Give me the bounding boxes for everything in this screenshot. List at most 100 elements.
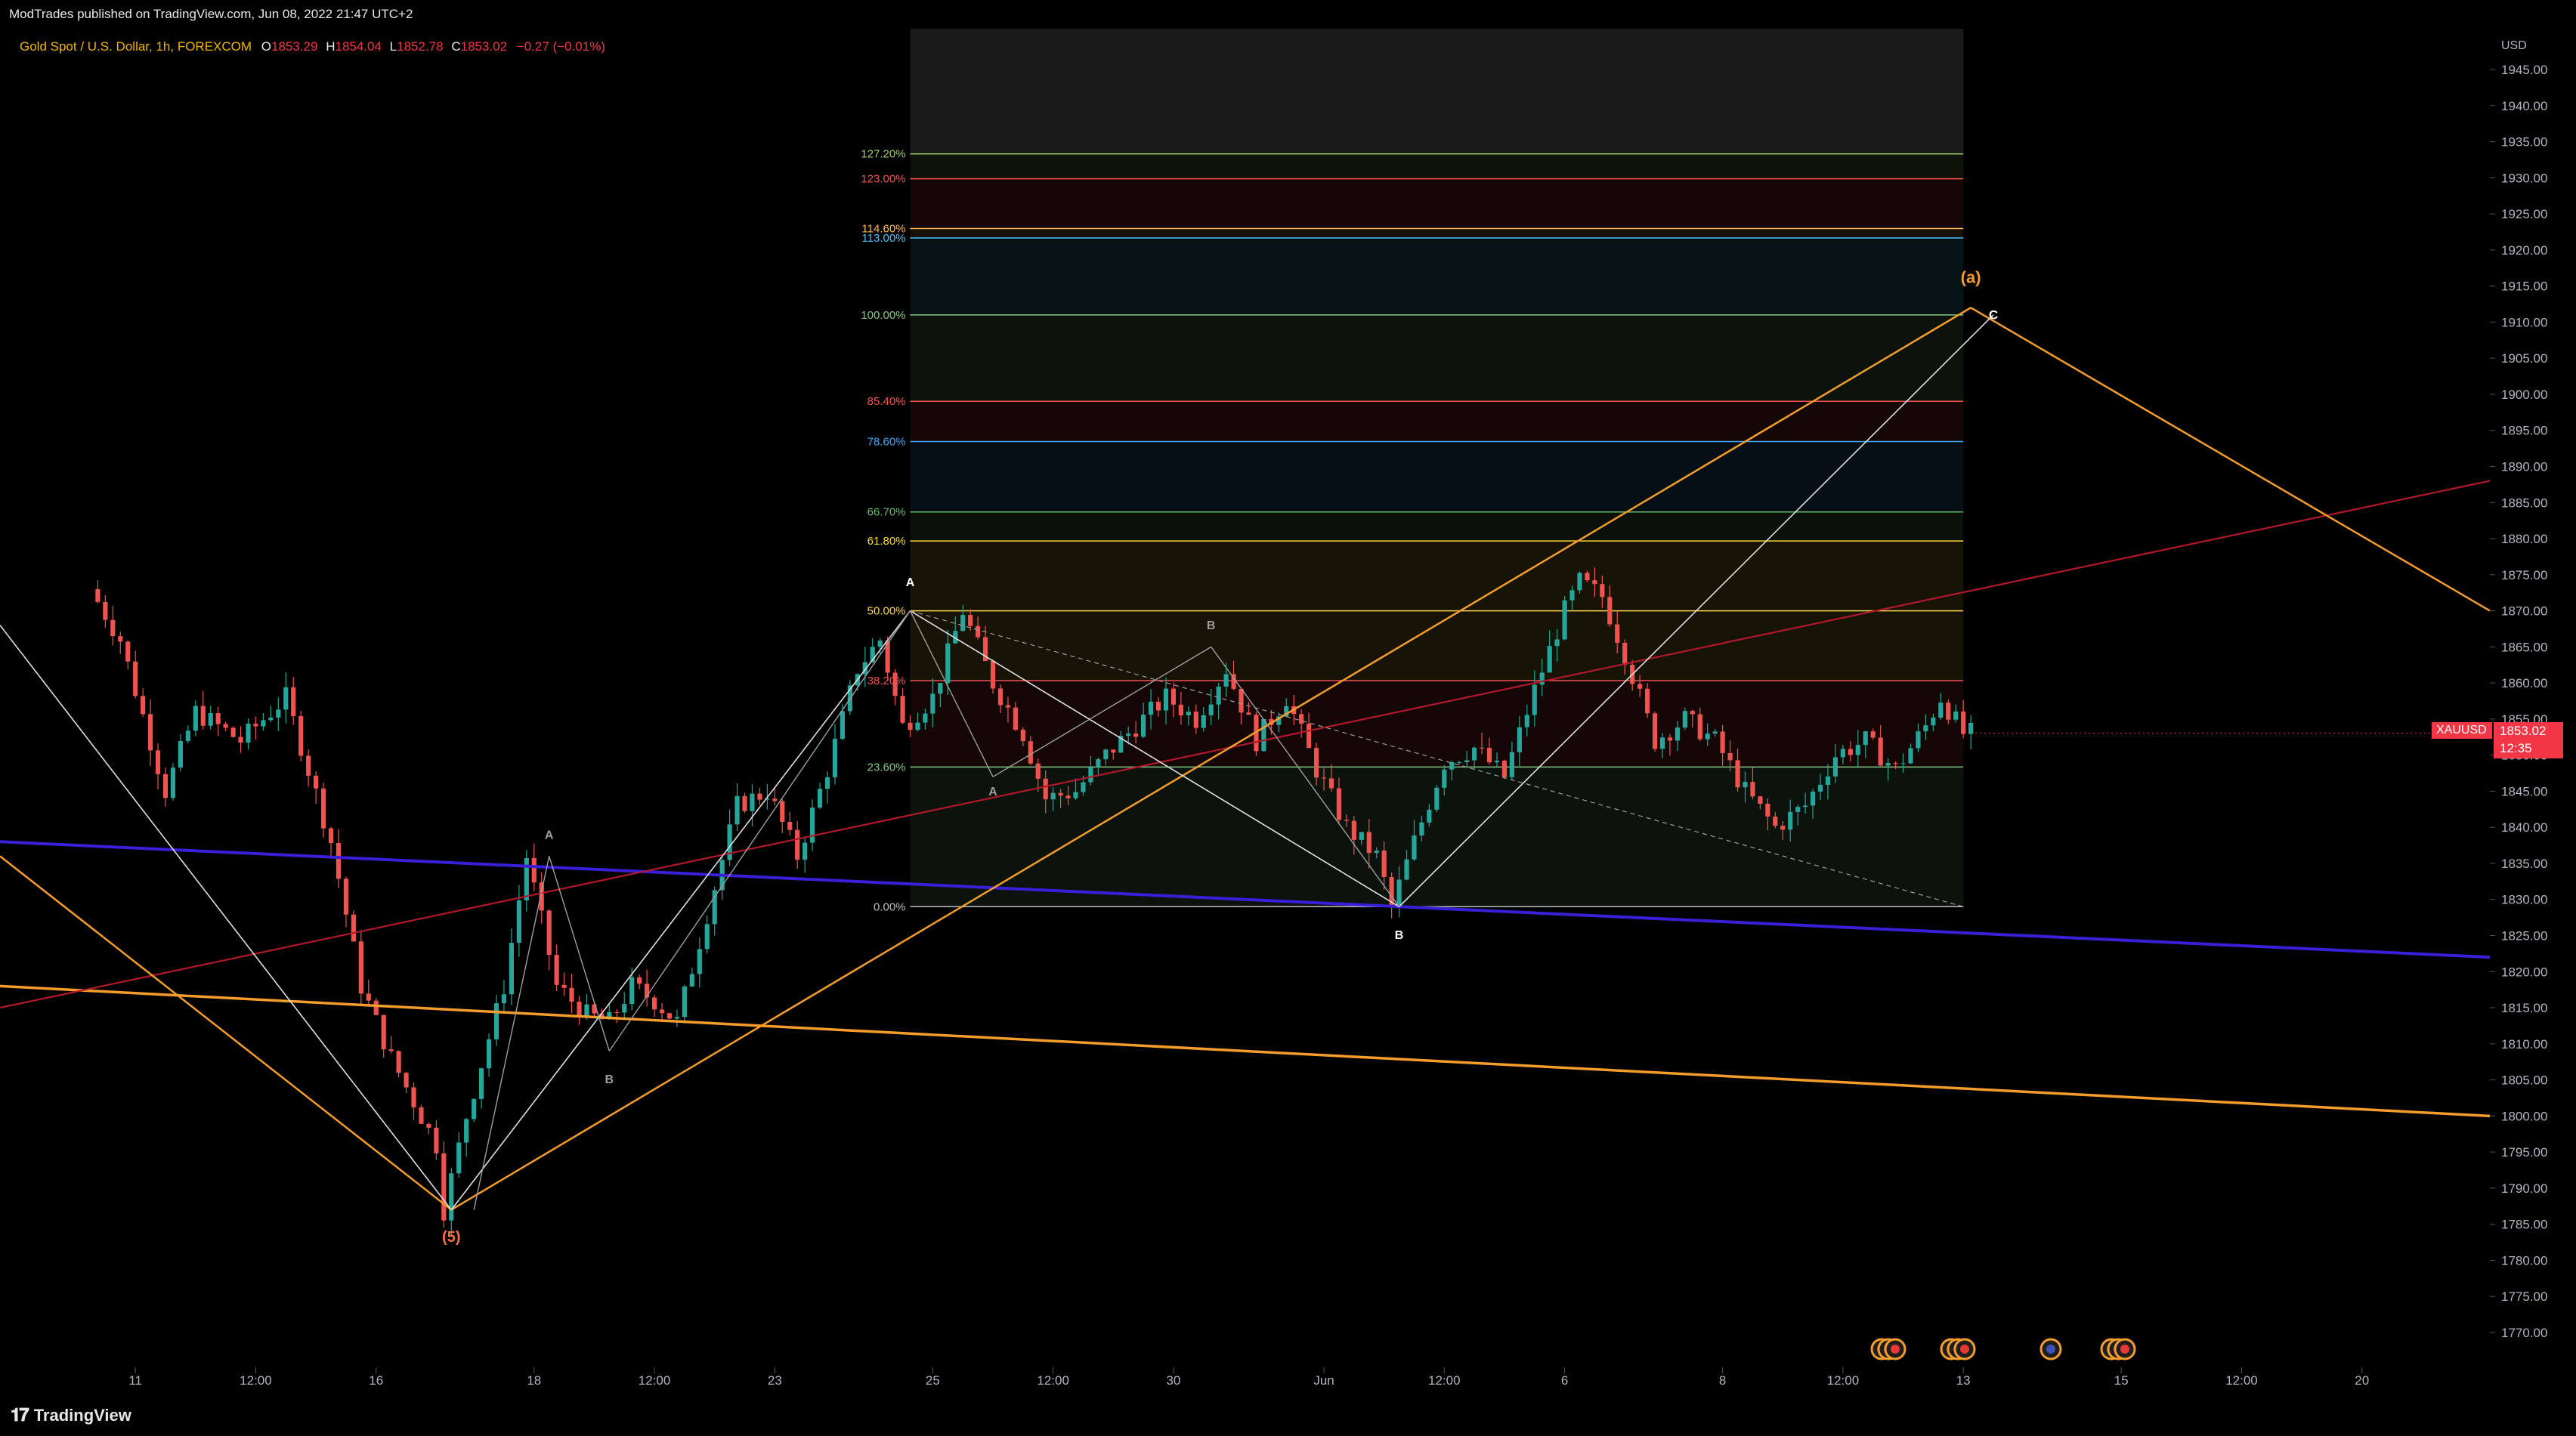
price-tick-label: 1925.00 [2501,207,2547,221]
grey-wave-c[interactable] [608,610,911,1052]
candle-body [727,824,732,860]
candle-body [900,696,905,723]
candle-body [1163,688,1169,711]
candle-body [1946,703,1951,720]
wave-label: A [988,786,997,798]
grey-wave-a[interactable] [473,856,550,1210]
orange-wave-down[interactable] [1970,307,2491,612]
price-tick-label: 1930.00 [2501,171,2547,185]
candle-body [1028,741,1033,764]
fib-band [910,314,1964,402]
candle-body [170,767,176,798]
candle-body [366,993,371,1001]
white-wave-left[interactable] [0,625,452,1211]
candle-body [358,941,363,994]
candle-body [1885,763,1891,766]
candle-body [1141,715,1146,737]
price-tick-label: 1820.00 [2501,965,2547,979]
candle-body [411,1087,416,1107]
footer-bar: 𝟏𝟕 TradingView [0,1396,2576,1436]
candle-body [253,723,258,727]
candle-body [1381,850,1387,878]
candle-body [1644,688,1650,714]
fib-band [910,681,1964,767]
candle-body [1735,760,1740,788]
candle-body [479,1068,484,1099]
candle-body [990,661,996,689]
fib-band [910,511,1964,542]
time-tick-label: 16 [369,1373,383,1388]
candle-body [554,955,559,985]
candle-body [1328,778,1334,789]
candle-body [689,974,694,987]
candle-body [1953,711,1959,720]
candle-body [1870,731,1876,738]
candle-body [351,914,356,942]
candle-body [1307,724,1312,749]
candle-body [328,828,334,843]
candle-body [1705,733,1710,740]
fib-level-label: 61.80% [867,535,906,548]
candle-body [1155,701,1161,711]
orange-trendline[interactable] [0,984,2491,1118]
price-tick-label: 1870.00 [2501,604,2547,619]
candle-body [419,1107,424,1124]
candle-body [569,987,574,1002]
price-tick-label: 1795.00 [2501,1145,2547,1160]
ohlc-legend: Gold Spot / U.S. Dollar, 1h, FOREXCOM O1… [20,39,605,54]
candle-body [960,615,966,632]
candle-body [1712,731,1718,734]
candle-body [1923,725,1928,732]
candle-body [546,910,552,956]
candle-body [810,808,815,843]
candle-body [456,1142,462,1174]
candle-body [373,1000,379,1015]
candle-body [795,829,800,860]
candle-body [1547,646,1552,673]
price-tick-label: 1830.00 [2501,893,2547,907]
price-tick-label: 1810.00 [2501,1037,2547,1052]
candle-body [750,793,755,811]
candle-body [614,1011,620,1013]
fib-level-label: 38.20% [867,675,906,687]
candle-body [1073,792,1078,798]
price-chart[interactable]: USD 1945.00 1940.00 1935.00 1930.00 1925.00 19… [0,0,2576,1396]
fib-band [910,610,1964,681]
time-tick-label: 6 [1561,1373,1568,1388]
candle-body [1096,759,1101,767]
candle-body [110,619,116,637]
candle-body [291,687,296,716]
candle-body [1088,767,1093,783]
candle-body [945,643,951,684]
wave-label: A [906,576,915,589]
candle-body [118,636,123,642]
price-tick-label: 1920.00 [2501,243,2547,258]
candle-body [1931,717,1936,726]
candle-body [1961,711,1966,734]
candle-body [1532,684,1537,715]
price-tick-label: 1815.00 [2501,1001,2547,1015]
candle-body [1111,749,1116,753]
tradingview-brand[interactable]: 𝟏𝟕 TradingView [11,1405,131,1426]
candle-body [208,713,213,726]
candle-body [938,683,943,694]
candle-body [1893,763,1898,764]
fib-band [910,178,1964,229]
candle-body [1479,747,1485,749]
candle-body [1803,805,1808,808]
candle-body [1825,776,1831,786]
candle-body [682,986,687,1018]
candle-body [343,879,349,915]
time-tick-label: 12:00 [2225,1373,2258,1388]
candle-body [381,1014,386,1050]
candle-body [1615,624,1620,643]
candle-body [1840,749,1845,758]
candle-body [1577,573,1582,591]
candle-body [802,842,808,860]
candle-body [1592,580,1597,585]
candle-body [268,717,274,721]
candle-body [1501,761,1508,777]
candle-body [1486,747,1492,763]
price-tick-label: 1775.00 [2501,1289,2547,1304]
candle-body [298,715,304,756]
